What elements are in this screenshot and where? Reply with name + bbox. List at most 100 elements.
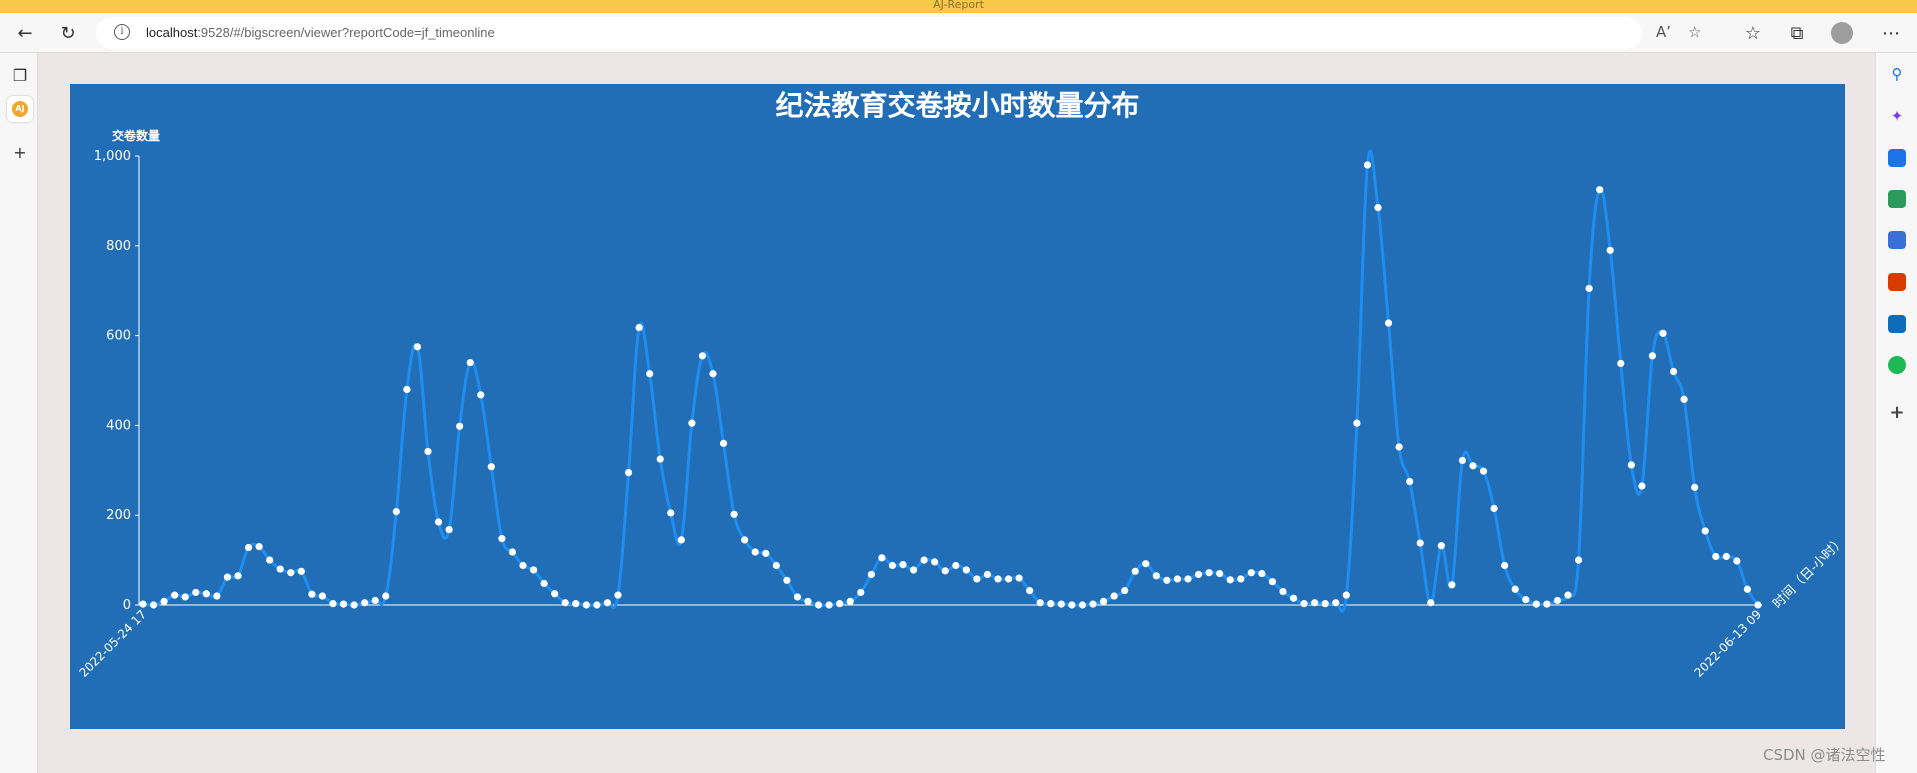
more-menu-icon[interactable]: ⋯ [1878, 20, 1904, 46]
data-point[interactable] [1237, 575, 1245, 583]
data-point[interactable] [1532, 600, 1540, 608]
data-point[interactable] [1268, 578, 1277, 586]
data-point[interactable] [1553, 596, 1562, 605]
data-point[interactable] [624, 468, 633, 477]
data-point[interactable] [677, 536, 685, 544]
data-point[interactable] [1342, 591, 1350, 599]
data-point[interactable] [244, 543, 253, 552]
data-point[interactable] [1194, 570, 1203, 579]
data-point[interactable] [836, 600, 844, 608]
data-point[interactable] [1384, 319, 1393, 327]
data-point[interactable] [329, 600, 337, 608]
data-point[interactable] [867, 570, 875, 579]
data-point[interactable] [909, 566, 918, 574]
profile-avatar[interactable] [1831, 22, 1853, 44]
data-point[interactable] [973, 575, 981, 583]
data-point[interactable] [371, 596, 379, 605]
data-point[interactable] [1479, 467, 1488, 475]
data-point[interactable] [403, 385, 411, 394]
data-point[interactable] [223, 573, 232, 581]
tab-aj-report[interactable]: AJ [7, 96, 33, 122]
data-point[interactable] [741, 536, 749, 544]
data-point[interactable] [730, 510, 738, 518]
data-point[interactable] [1247, 569, 1255, 577]
data-point[interactable] [983, 570, 992, 579]
add-favorite-icon[interactable]: ☆ [1688, 23, 1701, 41]
back-icon[interactable]: ← [12, 20, 38, 46]
data-point[interactable] [1627, 461, 1635, 469]
data-point[interactable] [994, 575, 1002, 583]
search-icon[interactable]: ⚲ [1888, 65, 1906, 83]
data-point[interactable] [1448, 581, 1456, 589]
data-point[interactable] [709, 370, 717, 378]
data-point[interactable] [1458, 456, 1467, 465]
tools-icon[interactable] [1888, 190, 1906, 208]
data-point[interactable] [1638, 482, 1646, 490]
outlook-icon[interactable] [1888, 315, 1906, 333]
data-point[interactable] [1142, 560, 1150, 568]
site-info-icon[interactable]: i [114, 24, 130, 40]
data-point[interactable] [635, 323, 643, 332]
data-point[interactable] [1163, 576, 1171, 584]
data-point[interactable] [1617, 359, 1625, 368]
data-point[interactable] [1226, 576, 1234, 584]
data-point[interactable] [688, 419, 696, 427]
data-point[interactable] [1733, 557, 1741, 565]
data-point[interactable] [139, 600, 147, 608]
data-point[interactable] [888, 561, 897, 570]
data-point[interactable] [719, 439, 728, 447]
data-point[interactable] [1490, 504, 1498, 513]
data-point[interactable] [1691, 483, 1699, 491]
data-point[interactable] [1311, 599, 1319, 607]
data-point[interactable] [1131, 567, 1139, 575]
address-bar[interactable]: i localhost:9528/#/bigscreen/viewer?repo… [96, 17, 1701, 49]
data-point[interactable] [519, 561, 527, 570]
data-point[interactable] [1332, 599, 1340, 607]
data-point[interactable] [1353, 419, 1361, 427]
read-aloud-icon[interactable]: A’ [1656, 23, 1671, 41]
data-point[interactable] [413, 343, 422, 351]
data-point[interactable] [825, 601, 833, 609]
data-point[interactable] [857, 588, 865, 597]
data-point[interactable] [582, 601, 590, 609]
data-point[interactable] [1606, 246, 1614, 254]
data-point[interactable] [804, 597, 812, 606]
data-point[interactable] [171, 591, 179, 599]
data-point[interactable] [1712, 552, 1720, 561]
data-point[interactable] [434, 518, 443, 526]
data-point[interactable] [1437, 542, 1445, 550]
data-point[interactable] [952, 561, 960, 570]
data-point[interactable] [445, 525, 453, 534]
data-point[interactable] [160, 597, 168, 606]
data-point[interactable] [1004, 575, 1013, 583]
data-point[interactable] [1099, 597, 1108, 606]
data-point[interactable] [1416, 539, 1424, 547]
data-point[interactable] [1501, 561, 1509, 570]
data-point[interactable] [466, 358, 474, 367]
data-point[interactable] [487, 463, 495, 471]
data-point[interactable] [1152, 572, 1160, 580]
data-point[interactable] [424, 447, 432, 456]
data-point[interactable] [551, 590, 559, 598]
data-point[interactable] [529, 566, 538, 574]
data-point[interactable] [149, 601, 158, 609]
new-tab-icon[interactable]: + [7, 139, 33, 165]
shopping-icon[interactable] [1888, 149, 1906, 167]
data-point[interactable] [361, 599, 369, 607]
data-point[interactable] [1363, 161, 1372, 169]
data-point[interactable] [1279, 587, 1287, 596]
data-point[interactable] [1574, 556, 1583, 564]
data-point[interactable] [392, 508, 400, 516]
office-icon[interactable] [1888, 273, 1906, 291]
data-point[interactable] [1015, 574, 1023, 582]
data-point[interactable] [1205, 569, 1213, 577]
add-sidebar-app-icon[interactable]: + [1888, 402, 1906, 423]
data-point[interactable] [456, 422, 464, 430]
tab-actions-icon[interactable]: ❐ [7, 62, 33, 88]
spotify-icon[interactable] [1888, 356, 1906, 374]
favorites-icon[interactable]: ☆ [1740, 20, 1766, 46]
data-point[interactable] [1680, 395, 1688, 403]
data-point[interactable] [540, 579, 548, 588]
data-point[interactable] [350, 601, 358, 609]
data-point[interactable] [751, 548, 759, 556]
